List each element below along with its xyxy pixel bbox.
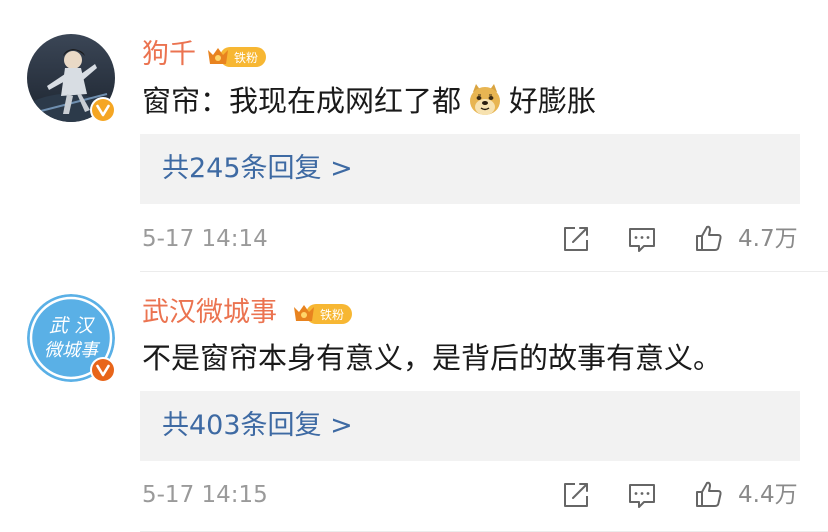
doge-emoji-icon — [470, 84, 501, 115]
comment-text: 不是窗帘本身有意义，是背后的故事有意义。 — [142, 341, 723, 375]
fan-badge-icon: 铁粉 — [294, 304, 352, 324]
comment-item: 武 汉 微城事 武汉微城事 铁粉 不是窗帘本身有意义，是背后的故事有意义。 共4… — [0, 272, 828, 532]
view-replies-link[interactable]: 共403条回复 > — [162, 408, 353, 444]
verified-badge-icon — [90, 97, 116, 123]
svg-text:武 汉: 武 汉 — [49, 315, 95, 337]
comment-item: 狗千 铁粉 窗帘：我现在成网红了都 好膨胀 共245条回复 > 5-17 14:… — [0, 0, 828, 272]
username[interactable]: 狗千 — [142, 40, 196, 70]
avatar[interactable]: 武 汉 微城事 — [27, 294, 116, 383]
verified-badge-icon — [90, 357, 116, 383]
username[interactable]: 武汉微城事 — [142, 298, 277, 328]
share-icon[interactable] — [561, 224, 591, 254]
comment-icon[interactable] — [627, 480, 657, 510]
timestamp: 5-17 14:14 — [142, 226, 268, 252]
svg-text:铁粉: 铁粉 — [320, 308, 344, 322]
view-replies-link[interactable]: 共245条回复 > — [162, 151, 353, 187]
reply-box[interactable]: 共245条回复 > — [140, 134, 800, 204]
share-icon[interactable] — [561, 480, 591, 510]
fan-badge-icon: 铁粉 — [208, 47, 266, 67]
like-count: 4.7万 — [738, 226, 798, 252]
like-count: 4.4万 — [738, 482, 798, 508]
comment-text-suffix: 好膨胀 — [509, 84, 597, 118]
timestamp: 5-17 14:15 — [142, 482, 268, 508]
comment-text-prefix: 窗帘：我现在成网红了都 — [142, 84, 462, 118]
comment-icon[interactable] — [627, 224, 657, 254]
like-icon[interactable] — [694, 223, 724, 253]
comment-text: 窗帘：我现在成网红了都 好膨胀 — [142, 82, 596, 119]
like-icon[interactable] — [694, 479, 724, 509]
avatar[interactable] — [27, 34, 116, 123]
svg-text:铁粉: 铁粉 — [234, 51, 258, 65]
reply-box[interactable]: 共403条回复 > — [140, 391, 800, 461]
